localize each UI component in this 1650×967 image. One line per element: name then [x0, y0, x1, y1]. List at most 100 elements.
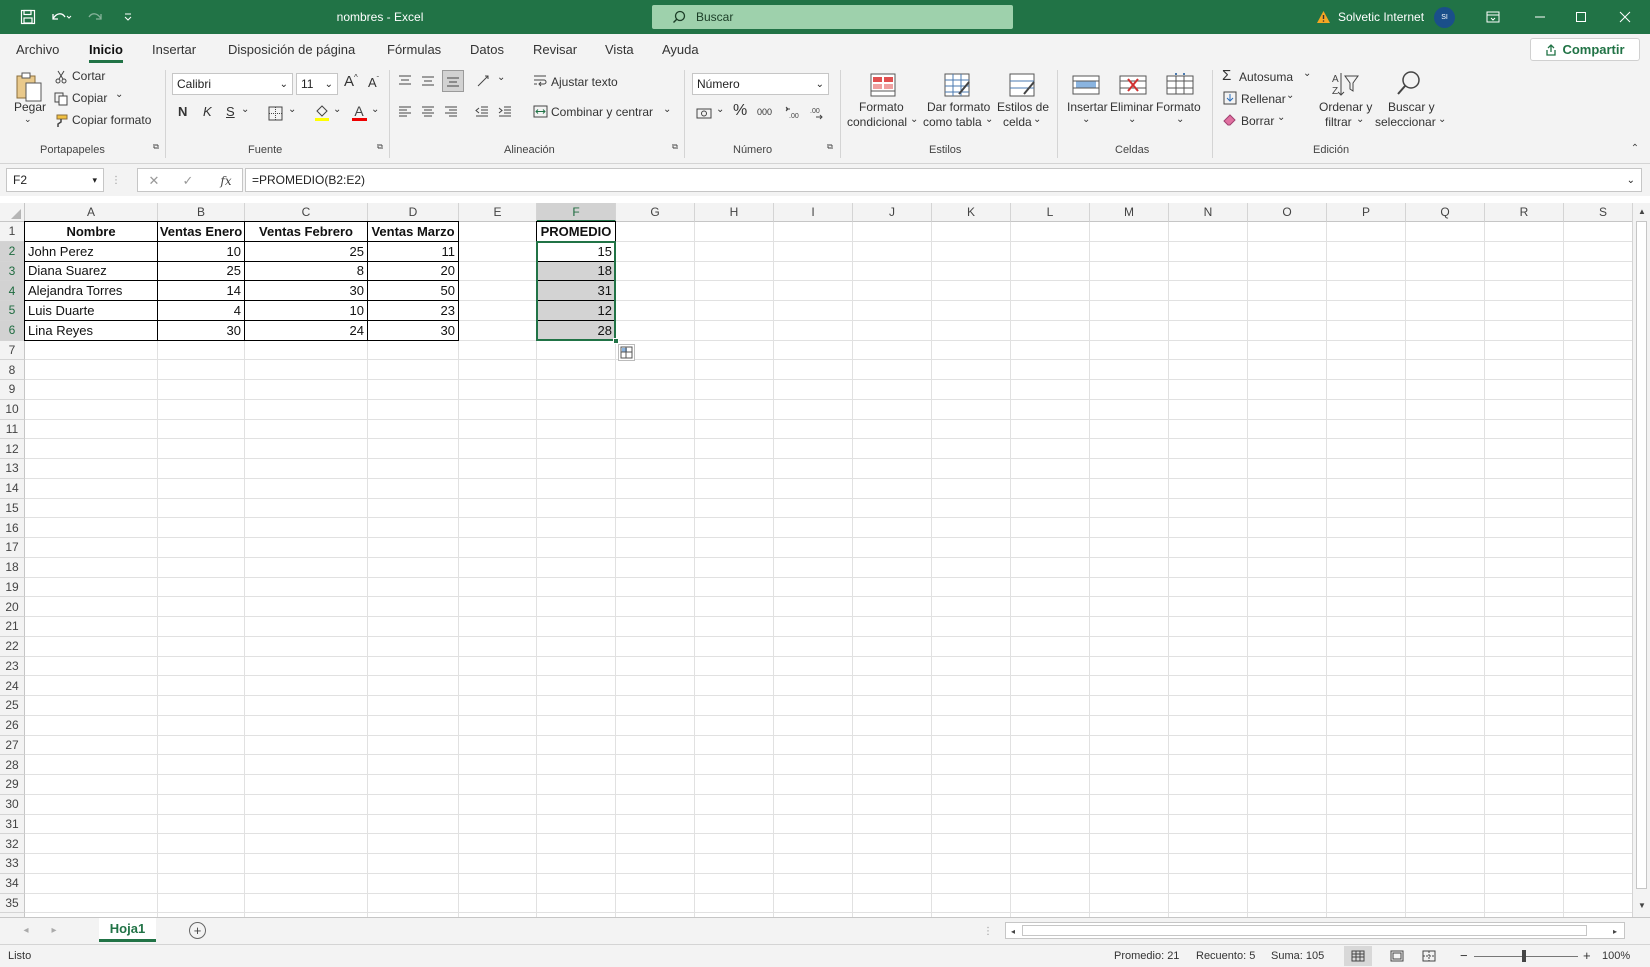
orientation-icon[interactable] [473, 72, 495, 90]
column-header-m[interactable]: M [1090, 203, 1169, 222]
cell-a1[interactable]: Nombre [25, 222, 157, 241]
font-launcher-icon[interactable]: ⧉ [375, 142, 385, 152]
align-middle-icon[interactable] [419, 72, 437, 90]
column-header-p[interactable]: P [1327, 203, 1406, 222]
cell-a2[interactable]: John Perez [25, 242, 157, 261]
scroll-up-icon[interactable]: ▲ [1636, 205, 1648, 217]
zoom-out-icon[interactable]: − [1460, 948, 1468, 963]
prev-sheet-icon[interactable]: ◂ [20, 924, 32, 936]
row-header-3[interactable]: 3 [0, 261, 25, 282]
cell-d4[interactable]: 50 [368, 281, 458, 300]
sort-filter-icon[interactable]: AZ [1330, 70, 1360, 98]
insert-cells-icon[interactable] [1070, 70, 1102, 100]
align-top-icon[interactable] [396, 72, 414, 90]
format-cells-icon[interactable] [1164, 70, 1196, 100]
fill-color-dropdown-icon[interactable]: ⌄ [333, 104, 341, 115]
scroll-down-icon[interactable]: ▼ [1636, 899, 1648, 911]
sort-filter-line1[interactable]: Ordenar y [1319, 100, 1372, 114]
row-header-16[interactable]: 16 [0, 518, 25, 538]
search-box[interactable]: Buscar [652, 5, 1013, 29]
column-header-g[interactable]: G [616, 203, 695, 222]
tab-ayuda[interactable]: Ayuda [662, 42, 699, 57]
clear-dropdown-icon[interactable]: ⌄ [1277, 112, 1285, 123]
cell-c2[interactable]: 25 [245, 242, 367, 261]
column-header-n[interactable]: N [1169, 203, 1248, 222]
format-painter-button[interactable]: Copiar formato [72, 113, 151, 127]
font-size-select[interactable]: 11 ⌄ [296, 73, 338, 95]
row-header-7[interactable]: 7 [0, 340, 25, 361]
cell-c1[interactable]: Ventas Febrero [245, 222, 367, 241]
status-average[interactable]: Promedio: 21 [1114, 950, 1179, 962]
cell-styles-line2[interactable]: celda [1003, 115, 1032, 129]
font-family-select[interactable]: Calibri ⌄ [172, 73, 293, 95]
fill-color-icon[interactable] [313, 102, 331, 122]
enter-icon[interactable]: ✓ [180, 173, 196, 189]
insert-function-icon[interactable]: fx [216, 172, 236, 190]
paste-icon[interactable] [12, 70, 46, 104]
row-header-34[interactable]: 34 [0, 873, 25, 894]
cell-a6[interactable]: Lina Reyes [25, 321, 157, 340]
accounting-dropdown-icon[interactable]: ⌄ [716, 104, 724, 115]
collapse-ribbon-icon[interactable]: ⌃ [1628, 142, 1642, 154]
row-header-14[interactable]: 14 [0, 478, 25, 499]
row-header-9[interactable]: 9 [0, 380, 25, 400]
name-box[interactable]: F2 ▾ [6, 168, 104, 192]
autosum-button[interactable]: Autosuma [1239, 70, 1293, 84]
clear-button[interactable]: Borrar [1241, 114, 1274, 128]
row-header-24[interactable]: 24 [0, 676, 25, 696]
row-header-22[interactable]: 22 [0, 636, 25, 657]
add-sheet-icon[interactable]: + [189, 922, 206, 939]
tab-insertar[interactable]: Insertar [152, 42, 196, 57]
row-header-19[interactable]: 19 [0, 577, 25, 598]
row-header-18[interactable]: 18 [0, 557, 25, 578]
underline-button[interactable]: S [226, 104, 235, 119]
conditional-format-line2[interactable]: condicional [847, 115, 907, 129]
select-all-corner[interactable] [0, 203, 25, 222]
horizontal-scrollbar[interactable]: ◂ ▸ [1005, 922, 1625, 939]
share-button[interactable]: Compartir [1530, 38, 1640, 61]
minimize-icon[interactable] [1525, 0, 1555, 34]
insert-cells-button[interactable]: Insertar [1067, 100, 1108, 114]
save-icon[interactable] [16, 0, 40, 34]
number-launcher-icon[interactable]: ⧉ [825, 142, 835, 152]
expand-formula-icon[interactable]: ⌄ [1627, 175, 1635, 186]
zoom-level[interactable]: 100% [1602, 950, 1630, 962]
fill-dropdown-icon[interactable]: ⌄ [1286, 90, 1294, 101]
cell-styles-line1[interactable]: Estilos de [997, 100, 1049, 114]
cell-d6[interactable]: 30 [368, 321, 458, 340]
normal-view-icon[interactable] [1344, 946, 1372, 966]
row-header-32[interactable]: 32 [0, 834, 25, 854]
paste-dropdown-icon[interactable]: ⌄ [24, 114, 32, 125]
orientation-dropdown-icon[interactable]: ⌄ [497, 72, 505, 83]
shrink-font-icon[interactable]: Aˇ [368, 75, 379, 90]
accounting-format-icon[interactable] [694, 104, 714, 122]
row-header-1[interactable]: 1 [0, 222, 25, 242]
user-name[interactable]: Solvetic Internet [1338, 0, 1448, 34]
sort-filter-dropdown-icon[interactable]: ⌄ [1356, 114, 1364, 125]
increase-indent-icon[interactable] [496, 103, 514, 121]
cell-d5[interactable]: 23 [368, 301, 458, 320]
vertical-scrollbar[interactable]: ▲ ▼ [1632, 203, 1650, 917]
cell-b1[interactable]: Ventas Enero [158, 222, 244, 241]
row-header-21[interactable]: 21 [0, 617, 25, 637]
zoom-slider-thumb[interactable] [1522, 950, 1526, 962]
tab-split-handle-icon[interactable]: ⋮ [983, 924, 993, 938]
delete-cells-icon[interactable] [1117, 70, 1149, 100]
quick-analysis-icon[interactable] [618, 343, 635, 361]
delete-cells-button[interactable]: Eliminar [1110, 100, 1153, 114]
cell-a4[interactable]: Alejandra Torres [25, 281, 157, 300]
cell-c6[interactable]: 24 [245, 321, 367, 340]
align-center-icon[interactable] [419, 103, 437, 121]
row-header-33[interactable]: 33 [0, 854, 25, 874]
cell-d3[interactable]: 20 [368, 262, 458, 281]
cell-c5[interactable]: 10 [245, 301, 367, 320]
conditional-format-line1[interactable]: Formato [859, 100, 904, 114]
cell-c4[interactable]: 30 [245, 281, 367, 300]
cell-f5[interactable]: 12 [537, 301, 615, 320]
column-header-c[interactable]: C [245, 203, 368, 222]
close-icon[interactable] [1610, 0, 1640, 34]
row-header-4[interactable]: 4 [0, 281, 25, 301]
zoom-slider[interactable] [1474, 950, 1578, 962]
resize-handle-icon[interactable]: ⋮ [111, 172, 121, 188]
cell-b2[interactable]: 10 [158, 242, 244, 261]
